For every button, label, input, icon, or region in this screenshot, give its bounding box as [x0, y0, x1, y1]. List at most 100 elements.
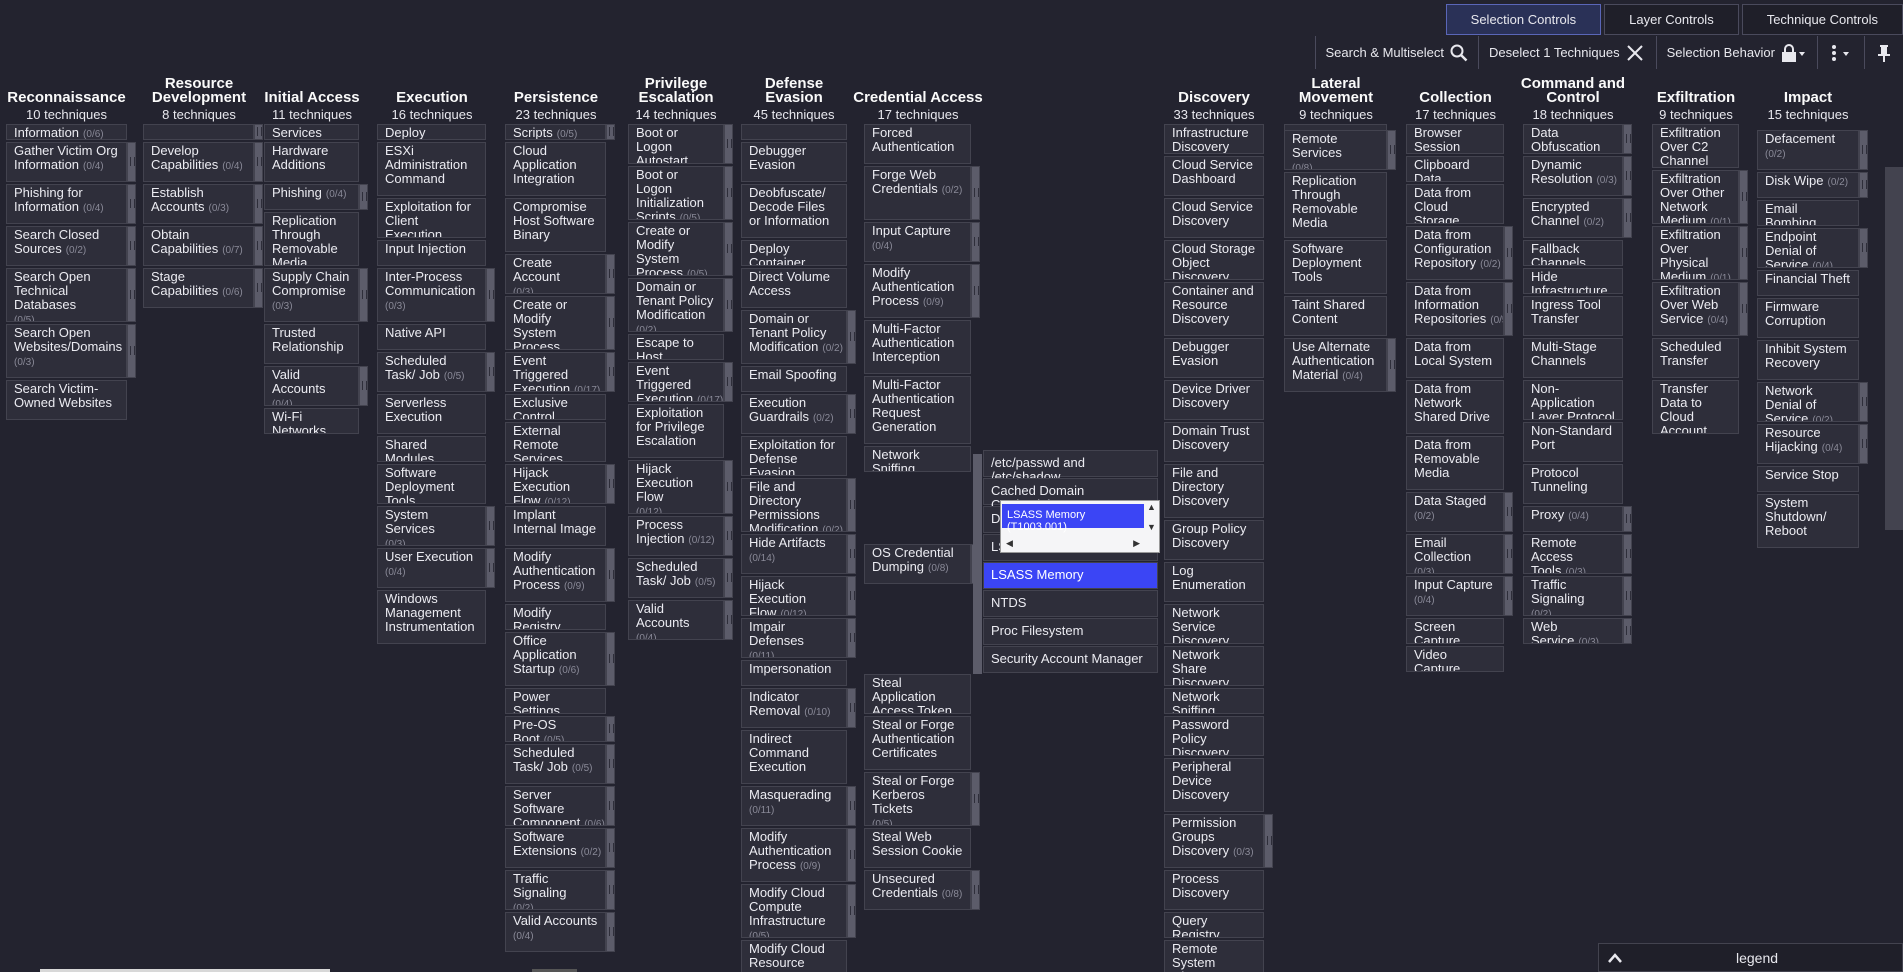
technique-cell[interactable]: Steal Application Access Token — [864, 674, 971, 714]
technique-cell[interactable]: Multi-Factor Authentication Interception — [864, 320, 971, 374]
technique-cell[interactable]: Data from Information Repositories(0/5) — [1406, 282, 1504, 336]
subtechnique-expand-handle[interactable] — [606, 744, 615, 784]
subtechnique-expand-handle[interactable] — [606, 124, 615, 140]
technique-cell[interactable]: Remote System Discovery — [1164, 940, 1264, 972]
subtechnique-expand-handle[interactable] — [1623, 576, 1632, 616]
technique-cell[interactable]: Taint Shared Content — [1284, 296, 1387, 336]
subtechnique-expand-handle[interactable] — [486, 506, 495, 546]
technique-cell[interactable]: Event Triggered Execution (0/17) — [628, 362, 724, 402]
technique-cell[interactable]: Implant Internal Image — [505, 506, 606, 546]
technique-cell[interactable]: Scheduled Task/ Job (0/5) — [628, 558, 724, 598]
technique-cell[interactable]: Data from Configuration Repository (0/2) — [1406, 226, 1504, 280]
technique-cell[interactable]: Search Open Websites/Domains (0/3) — [6, 324, 127, 378]
technique-cell[interactable]: Stage Capabilities (0/6) — [143, 268, 254, 308]
subtechnique-expand-handle[interactable] — [724, 362, 733, 402]
subtechnique-expand-handle[interactable] — [847, 828, 856, 882]
tactic-header[interactable]: Exfiltration 9 techniques — [1646, 71, 1746, 123]
technique-cell[interactable]: Steal or Forge Authentication Certificat… — [864, 716, 971, 770]
subtechnique-expand-handle[interactable] — [359, 366, 368, 406]
technique-cell[interactable]: Impersonation — [741, 660, 847, 686]
technique-cell[interactable]: Inhibit System Recovery — [1757, 340, 1859, 380]
technique-cell[interactable]: Forced Authentication — [864, 124, 971, 164]
tactic-header[interactable]: Resource Development 8 techniques — [134, 71, 264, 123]
subtechnique-cell[interactable]: /etc/passwd and /etc/shadow — [983, 450, 1158, 484]
subtechnique-expand-handle[interactable] — [847, 576, 856, 616]
technique-cell[interactable]: Group Policy Discovery — [1164, 520, 1264, 560]
technique-cell[interactable]: External Remote Services — [505, 422, 606, 462]
technique-cell[interactable]: User Execution (0/4) — [377, 548, 486, 588]
subtechnique-expand-handle[interactable] — [1739, 226, 1748, 280]
technique-cell[interactable]: Modify Authentication Process (0/9) — [505, 548, 606, 602]
technique-cell[interactable]: Query Registry — [1164, 912, 1264, 938]
subtechnique-expand-handle[interactable] — [254, 124, 263, 140]
technique-cell[interactable]: Scheduled Task/ Job (0/5) — [505, 744, 606, 784]
subtechnique-expand-handle[interactable] — [1623, 534, 1632, 574]
technique-cell[interactable]: Indirect Command Execution — [741, 730, 847, 784]
subtechnique-expand-handle[interactable] — [606, 464, 615, 504]
technique-cell[interactable]: Indicator Removal (0/10) — [741, 688, 847, 728]
subtechnique-expand-handle[interactable] — [724, 222, 733, 276]
technique-cell[interactable]: Replication Through Removable Media — [264, 212, 359, 266]
technique-cell[interactable]: Non-Application Layer Protocol — [1523, 380, 1623, 420]
search-multiselect-button[interactable]: Search & Multiselect — [1314, 36, 1479, 69]
technique-cell[interactable]: Exfiltration Over Physical Medium (0/1) — [1652, 226, 1739, 280]
technique-cell[interactable]: Develop Capabilities (0/4) — [143, 142, 254, 182]
subtechnique-expand-handle[interactable] — [847, 534, 856, 574]
technique-cell[interactable]: Exfiltration Over C2 Channel — [1652, 124, 1739, 168]
technique-cell[interactable]: Firmware Corruption — [1757, 298, 1859, 338]
technique-cell[interactable]: Exploitation for Client Execution — [377, 198, 486, 238]
technique-cell[interactable]: Impair Defenses (0/11) — [741, 618, 847, 658]
subtechnique-expand-handle[interactable] — [847, 478, 856, 532]
subtechnique-expand-handle[interactable] — [606, 870, 615, 910]
subtechnique-expand-handle[interactable] — [606, 632, 615, 686]
subtechnique-expand-handle[interactable] — [127, 268, 136, 322]
technique-cell[interactable]: Domain Trust Discovery — [1164, 422, 1264, 462]
subtechnique-cell[interactable]: Security Account Manager — [983, 646, 1158, 673]
technique-cell[interactable]: Software Extensions (0/2) — [505, 828, 606, 868]
technique-cell[interactable]: Deploy Container — [741, 240, 847, 266]
tactic-header[interactable]: Command and Control 18 techniques — [1508, 71, 1638, 123]
technique-cell[interactable]: Domain or Tenant Policy Modification (0/2… — [628, 278, 724, 332]
technique-cell[interactable]: Establish Accounts (0/3) — [143, 184, 254, 224]
subtechnique-expand-handle[interactable] — [1859, 424, 1868, 464]
technique-cell[interactable]: Network Share Discovery — [1164, 646, 1264, 686]
technique-cell[interactable]: Disk Wipe (0/2) — [1757, 172, 1859, 198]
technique-cell[interactable]: Hijack Execution Flow (0/12) — [505, 464, 606, 504]
tactic-header[interactable]: Reconnaissance 10 techniques — [0, 71, 134, 123]
subtechnique-expand-handle[interactable] — [127, 142, 136, 182]
technique-cell[interactable]: System Shutdown/ Reboot — [1757, 494, 1859, 548]
technique-cell[interactable]: Browser Session Hijacking — [1406, 124, 1504, 154]
technique-cell[interactable]: Phishing (0/4) — [264, 184, 359, 210]
subtechnique-expand-handle[interactable] — [971, 870, 980, 910]
subtechnique-expand-handle[interactable] — [724, 278, 733, 332]
technique-cell[interactable]: Email Collection (0/3) — [1406, 534, 1504, 574]
subtechnique-collapse-handle[interactable] — [973, 454, 982, 674]
technique-cell[interactable]: Network Sniffing — [1164, 688, 1264, 714]
technique-cell[interactable] — [143, 124, 254, 140]
technique-cell[interactable]: Hijack Execution Flow (0/12) — [628, 460, 724, 514]
technique-cell[interactable]: Process Discovery — [1164, 870, 1264, 910]
subtechnique-expand-handle[interactable] — [847, 394, 856, 434]
subtechnique-expand-handle[interactable] — [606, 716, 615, 742]
technique-cell[interactable]: Search Closed Sources (0/2) — [6, 226, 127, 266]
technique-cell[interactable]: Email Bombing — [1757, 200, 1859, 226]
technique-cell[interactable]: Pre-OS Boot (0/5) — [505, 716, 606, 742]
technique-cell[interactable]: Remote Access Tools (0/3) — [1523, 534, 1623, 574]
technique-cell[interactable]: Modify Cloud Resource — [741, 940, 847, 972]
technique-cell[interactable]: Input Capture (0/4) — [864, 222, 971, 262]
legend-toggle[interactable]: legend — [1598, 943, 1903, 972]
technique-cell[interactable]: Search Victim-Owned Websites — [6, 380, 127, 420]
technique-cell[interactable]: Video Capture — [1406, 646, 1504, 672]
technique-cell[interactable]: File and Directory Discovery — [1164, 464, 1264, 518]
technique-cell[interactable]: Escape to Host — [628, 334, 724, 360]
tab-technique-controls[interactable]: Technique Controls — [1741, 4, 1903, 35]
technique-cell[interactable]: Scheduled Task/ Job (0/5) — [377, 352, 486, 392]
subtechnique-expand-handle[interactable] — [359, 184, 368, 210]
subtechnique-expand-handle[interactable] — [1859, 382, 1868, 422]
technique-cell[interactable]: Valid Accounts (0/4) — [264, 366, 359, 406]
subtechnique-expand-handle[interactable] — [486, 548, 495, 588]
technique-cell[interactable]: Data from Removable Media — [1406, 436, 1504, 490]
subtechnique-expand-handle[interactable] — [1387, 338, 1396, 392]
technique-cell[interactable]: Deobfuscate/ Decode Files or Information — [741, 184, 847, 238]
tactic-header[interactable]: Persistence 23 techniques — [496, 71, 616, 123]
